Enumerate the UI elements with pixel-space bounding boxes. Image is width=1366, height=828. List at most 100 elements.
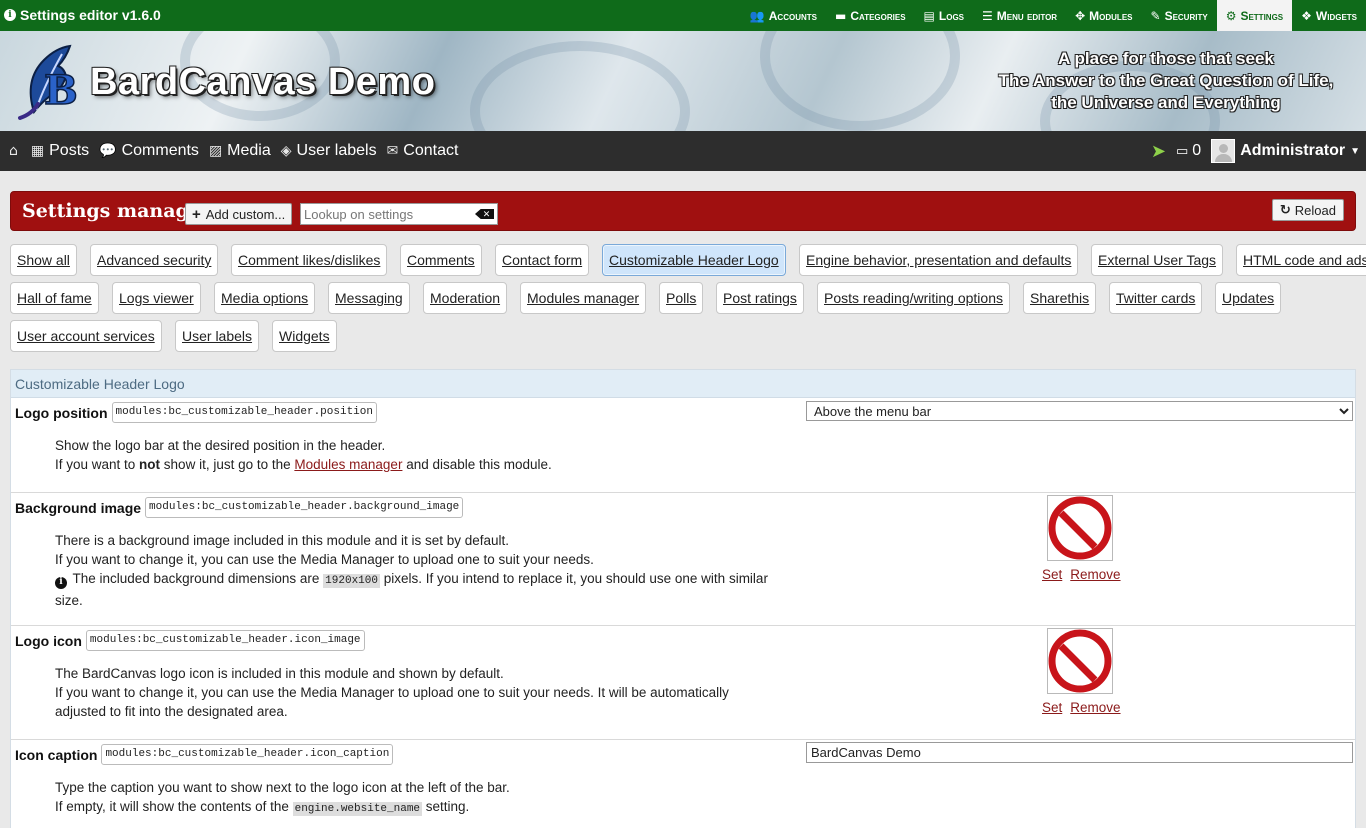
group-button[interactable]: Updates: [1215, 282, 1282, 314]
avatar: [1211, 139, 1236, 163]
editor-title-text: Settings editor v1.6.0: [20, 7, 161, 23]
refresh-icon: ↻: [1279, 202, 1291, 218]
picture-icon: ▨: [208, 143, 223, 159]
remove-icon-link[interactable]: Remove: [1070, 700, 1120, 715]
group-button[interactable]: Moderation: [423, 282, 508, 314]
group-button[interactable]: Logs viewer: [112, 282, 201, 314]
logo-position-select[interactable]: Above the menu bar: [806, 401, 1353, 421]
envelope-icon: ✉: [386, 143, 399, 159]
group-button[interactable]: Comment likes/dislikes: [231, 244, 388, 276]
setting-key: modules:bc_customizable_header.backgroun…: [145, 497, 464, 518]
admin-nav-modules[interactable]: ✥ Modules: [1066, 0, 1141, 31]
admin-nav-label: Settings: [1240, 8, 1284, 23]
setting-background-image: Background image modules:bc_customizable…: [11, 493, 1355, 626]
admin-nav-settings[interactable]: ⚙ Settings: [1216, 0, 1293, 31]
reload-label: Reload: [1294, 202, 1336, 218]
cogs-icon: ⚙: [1225, 8, 1237, 23]
main-menu-user-area: ➤ ▭ 0 Administrator ▼: [1151, 131, 1360, 171]
plus-icon: +: [192, 205, 201, 223]
user-menu[interactable]: Administrator ▼: [1211, 139, 1360, 163]
description-line: If you want to change it, you can use th…: [55, 552, 594, 567]
description-line: If you want to not show it, just go to t…: [55, 457, 552, 472]
admin-nav-security[interactable]: ✎ Security: [1142, 0, 1217, 31]
info-icon: i: [55, 576, 67, 589]
setting-logo-icon: Logo icon modules:bc_customizable_header…: [11, 626, 1355, 740]
folder-icon: ▬: [835, 8, 847, 23]
paper-plane-icon[interactable]: ➤: [1151, 141, 1166, 162]
menu-item-label: Comments: [121, 142, 199, 159]
set-background-link[interactable]: Set: [1042, 567, 1062, 582]
admin-nav-menu-editor[interactable]: ☰ Menu editor: [973, 0, 1066, 31]
tagline-line-3: the Universe and Everything: [1051, 93, 1281, 112]
group-button[interactable]: External User Tags: [1091, 244, 1224, 276]
admin-nav-label: Modules: [1089, 8, 1133, 23]
bars-icon: ☰: [982, 8, 993, 23]
set-icon-link[interactable]: Set: [1042, 700, 1062, 715]
settings-panel: Customizable Header Logo Logo position m…: [10, 369, 1356, 828]
group-button[interactable]: Media options: [214, 282, 316, 314]
background-image-preview: [1047, 495, 1113, 561]
group-button[interactable]: Hall of fame: [10, 282, 99, 314]
menu-item-label: Media: [227, 142, 271, 159]
bardcanvas-logo-icon: B: [18, 44, 78, 120]
admin-nav-label: Menu editor: [996, 8, 1058, 23]
group-button[interactable]: Post ratings: [716, 282, 804, 314]
admin-nav-widgets[interactable]: ❖ Widgets: [1292, 0, 1366, 31]
file-icon: ▤: [923, 8, 935, 23]
no-image-icon: [1048, 629, 1112, 693]
background-image-actions: Set Remove: [1042, 567, 1121, 582]
setting-icon-caption: Icon caption modules:bc_customizable_hea…: [11, 740, 1355, 828]
group-button[interactable]: Modules manager: [520, 282, 647, 314]
group-button[interactable]: Polls: [659, 282, 704, 314]
group-button[interactable]: HTML code and ads injection: [1236, 244, 1366, 276]
comments-icon: 💬: [99, 143, 117, 159]
content-area: Settings manager + Add custom... ✕ ↻ Rel…: [0, 171, 1366, 828]
menu-item-contact[interactable]: ✉ Contact: [382, 142, 464, 160]
menu-item-user-labels[interactable]: ◈ User labels: [276, 142, 382, 160]
reload-button[interactable]: ↻ Reload: [1271, 199, 1344, 221]
caret-down-icon: ▼: [1350, 145, 1360, 157]
remove-background-link[interactable]: Remove: [1070, 567, 1120, 582]
admin-nav-label: Security: [1164, 8, 1208, 23]
cubes-icon: ❖: [1301, 8, 1312, 23]
group-button[interactable]: Advanced security: [90, 244, 219, 276]
site-caption: BardCanvas Demo: [90, 61, 436, 103]
menu-item-media[interactable]: ▨ Media: [204, 142, 276, 160]
group-button[interactable]: Show all: [10, 244, 77, 276]
group-button[interactable]: Engine behavior, presentation and defaul…: [799, 244, 1079, 276]
inbox-counter[interactable]: ▭ 0: [1176, 142, 1201, 160]
puzzle-icon: ✥: [1075, 8, 1086, 23]
add-custom-button[interactable]: + Add custom...: [185, 203, 293, 225]
admin-nav-categories[interactable]: ▬ Categories: [826, 0, 915, 31]
lookup-box: ✕: [300, 203, 498, 225]
group-button[interactable]: Comments: [400, 244, 482, 276]
description-line: Type the caption you want to show next t…: [55, 780, 510, 795]
admin-nav-logs[interactable]: ▤ Logs: [915, 0, 973, 31]
menu-item-home[interactable]: ⌂: [0, 143, 26, 159]
group-button[interactable]: Customizable Header Logo: [602, 244, 786, 276]
group-button[interactable]: Posts reading/writing options: [817, 282, 1010, 314]
info-icon: i: [4, 9, 16, 21]
admin-nav-accounts[interactable]: 👥 Accounts: [741, 0, 826, 31]
setting-name: Logo icon: [15, 632, 82, 649]
menu-item-posts[interactable]: ▦ Posts: [26, 142, 94, 160]
clear-input-icon[interactable]: ✕: [475, 209, 494, 219]
description-line: If you want to change it, you can use th…: [55, 685, 729, 719]
logo-icon-actions: Set Remove: [1042, 700, 1121, 715]
admin-nav-label: Categories: [850, 8, 906, 23]
menu-item-comments[interactable]: 💬 Comments: [94, 142, 204, 160]
group-button[interactable]: User account services: [10, 320, 162, 352]
lookup-input[interactable]: [301, 204, 473, 224]
icon-caption-input[interactable]: [806, 742, 1353, 763]
group-button[interactable]: Widgets: [272, 320, 337, 352]
modules-manager-link[interactable]: Modules manager: [294, 457, 402, 472]
group-button[interactable]: Contact form: [495, 244, 590, 276]
setting-name: Logo position: [15, 404, 108, 421]
group-button[interactable]: Twitter cards: [1109, 282, 1203, 314]
newspaper-icon: ▦: [30, 143, 45, 159]
group-button[interactable]: Sharethis: [1023, 282, 1097, 314]
setting-key: modules:bc_customizable_header.position: [111, 402, 377, 423]
group-button[interactable]: Messaging: [328, 282, 410, 314]
page-title: Settings manager: [22, 200, 211, 222]
group-button[interactable]: User labels: [175, 320, 260, 352]
